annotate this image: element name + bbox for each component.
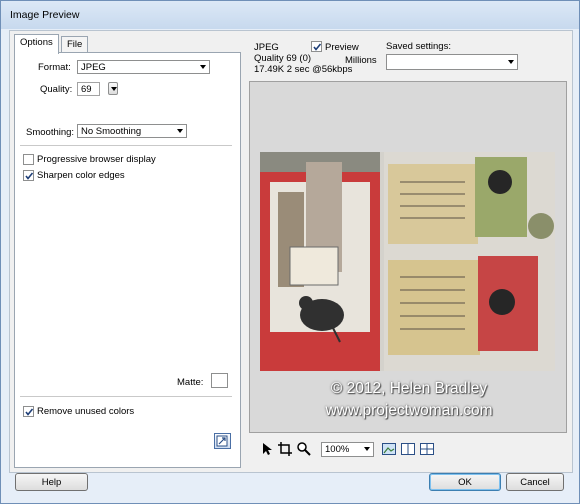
preview-checkbox[interactable] <box>311 41 322 52</box>
cancel-button[interactable]: Cancel <box>506 473 564 491</box>
export-wizard-button[interactable] <box>214 433 231 449</box>
watermark-website: www.projectwoman.com <box>325 402 493 419</box>
divider <box>20 396 232 397</box>
remove-unused-colors-checkbox[interactable] <box>23 406 34 417</box>
window-title: Image Preview <box>10 9 80 21</box>
format-value: JPEG <box>81 62 106 73</box>
progressive-checkbox[interactable] <box>23 154 34 165</box>
matte-label: Matte: <box>177 377 204 388</box>
zoom-select[interactable]: 100% <box>321 442 374 457</box>
format-select[interactable]: JPEG <box>77 60 210 74</box>
saved-settings-label: Saved settings: <box>386 41 451 52</box>
help-button[interactable]: Help <box>15 473 88 491</box>
single-view-icon[interactable] <box>381 441 397 457</box>
tab-options[interactable]: Options <box>14 34 59 54</box>
progressive-label: Progressive browser display <box>37 154 156 165</box>
chevron-down-icon <box>364 447 370 451</box>
checkmark-icon <box>313 43 322 51</box>
options-panel: Format: JPEG Quality: 69 Smoothing: No S… <box>14 52 241 468</box>
zoom-value: 100% <box>325 444 350 455</box>
smoothing-label: Smoothing: <box>26 127 75 138</box>
preview-toolbar: 100% <box>249 441 568 461</box>
image-preview-window: Image Preview Options File Format: JPEG … <box>0 0 580 504</box>
preview-area[interactable]: © 2012, Helen Bradley www.projectwoman.c… <box>249 81 567 433</box>
smoothing-value: No Smoothing <box>81 126 142 137</box>
quality-label: Quality: <box>40 84 73 95</box>
chevron-down-icon <box>177 129 183 133</box>
two-up-view-icon[interactable] <box>400 441 416 457</box>
preview-format: JPEG <box>254 42 279 53</box>
preview-label: Preview <box>325 42 359 53</box>
sharpen-label: Sharpen color edges <box>37 170 125 181</box>
sharpen-checkbox[interactable] <box>23 170 34 181</box>
remove-unused-colors-label: Remove unused colors <box>37 406 135 417</box>
dialog-body: Options File Format: JPEG Quality: 69 Sm… <box>9 30 573 473</box>
export-wizard-icon <box>216 435 228 447</box>
preview-size: 17.49K 2 sec @56kbps <box>254 64 353 75</box>
pointer-icon[interactable] <box>259 441 275 457</box>
checkmark-icon <box>25 408 34 416</box>
ok-button[interactable]: OK <box>429 473 501 491</box>
zoom-icon[interactable] <box>296 441 312 457</box>
saved-settings-select[interactable] <box>386 54 518 70</box>
chevron-down-icon <box>200 65 206 69</box>
matte-color-swatch[interactable] <box>211 373 228 388</box>
divider <box>20 145 232 146</box>
quality-slider-button[interactable] <box>108 82 118 95</box>
smoothing-select[interactable]: No Smoothing <box>77 124 187 138</box>
title-bar: Image Preview <box>1 1 579 29</box>
chevron-down-icon <box>508 60 514 64</box>
preview-panel: JPEG Quality 69 (0) 17.49K 2 sec @56kbps… <box>249 38 568 462</box>
preview-quality: Quality 69 (0) <box>254 53 312 64</box>
checkmark-icon <box>25 172 34 180</box>
crop-icon[interactable] <box>277 441 293 457</box>
journal-collage-photo <box>260 152 555 371</box>
watermark-copyright: © 2012, Helen Bradley <box>330 380 488 397</box>
preview-colors: Millions <box>345 55 377 66</box>
format-label: Format: <box>38 62 71 73</box>
quality-input[interactable]: 69 <box>77 82 100 96</box>
preview-image <box>260 152 555 371</box>
tab-file[interactable]: File <box>61 36 89 53</box>
four-up-view-icon[interactable] <box>419 441 435 457</box>
